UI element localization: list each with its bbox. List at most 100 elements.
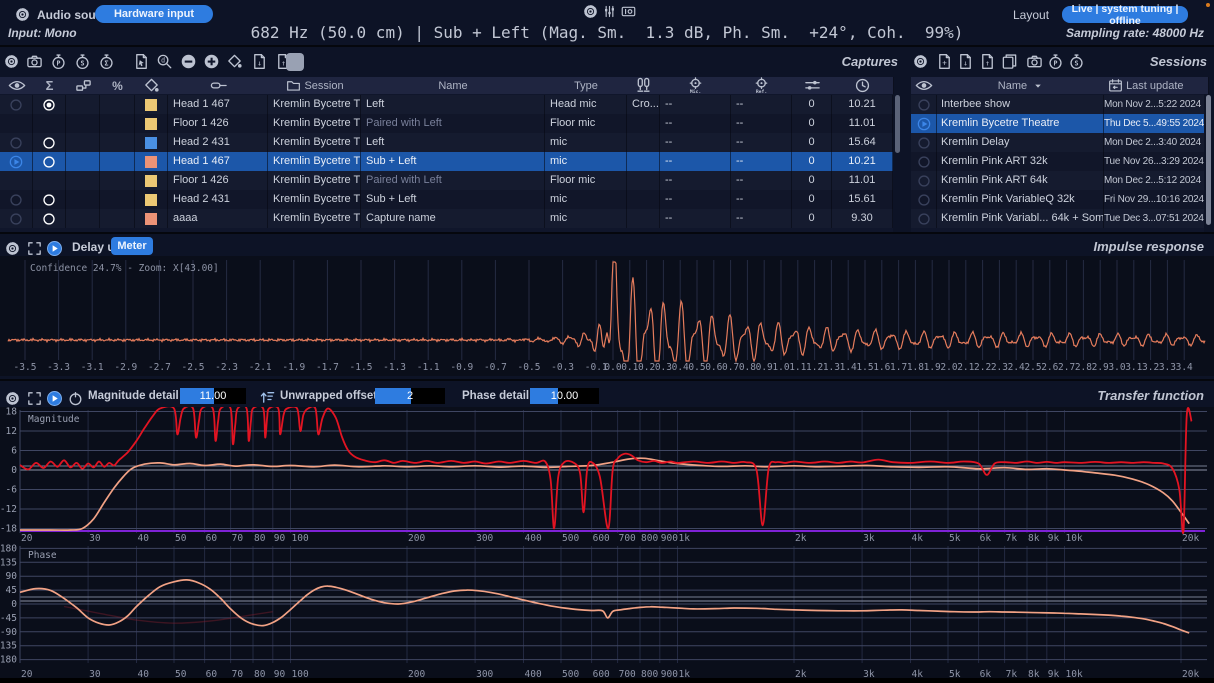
captures-header-sum[interactable]: Σ (33, 77, 67, 94)
capture-row[interactable]: Head 1 467Kremlin Bycetre TheatreLeftHea… (0, 95, 893, 114)
gear-toolbar-icon[interactable] (3, 389, 21, 407)
power-toolbar-icon[interactable] (66, 389, 84, 407)
capture-cell-eye[interactable] (0, 171, 33, 190)
captures-header-color[interactable] (135, 77, 169, 94)
io-icon[interactable] (619, 2, 637, 20)
session-cell-eye[interactable] (911, 171, 937, 190)
capture-cell-eye[interactable] (0, 114, 33, 133)
session-cell-eye[interactable] (911, 209, 937, 228)
session-row[interactable]: Interbee showMon Nov 2...5:22 2024 (911, 95, 1204, 114)
generator-gear-icon[interactable] (581, 2, 599, 20)
camera-toolbar-icon[interactable] (25, 52, 43, 70)
stopwatch-s-toolbar-icon[interactable]: S (1067, 52, 1085, 70)
doc-down-toolbar-icon[interactable]: ↓ (956, 52, 974, 70)
capture-row[interactable]: Floor 1 426Kremlin Bycetre TheatrePaired… (0, 171, 893, 190)
camera-toolbar-icon[interactable] (1025, 52, 1043, 70)
capture-cell-sum[interactable] (33, 190, 66, 209)
phase-detail-input[interactable]: 10.00 (530, 388, 599, 404)
unwrap-icon[interactable] (258, 387, 276, 405)
plus-circle-toolbar-icon[interactable] (202, 52, 220, 70)
capture-row[interactable]: Head 2 431Kremlin Bycetre TheatreSub + L… (0, 190, 893, 209)
gear-toolbar-icon[interactable] (2, 52, 20, 70)
captures-header-type[interactable]: Type (545, 77, 628, 94)
capture-cell-sum[interactable] (33, 95, 66, 114)
captures-header-gain[interactable] (792, 77, 833, 94)
stopwatch-p-toolbar-icon[interactable]: P (1046, 52, 1064, 70)
session-row[interactable]: Kremlin Bycetre TheatreThu Dec 5...49:55… (911, 114, 1204, 133)
captures-header-ref-position[interactable]: Ref. (731, 77, 793, 94)
capture-color-swatch[interactable] (145, 194, 157, 206)
capture-color-swatch[interactable] (145, 99, 157, 111)
session-row[interactable]: Kremlin Pink ART 32kTue Nov 26...3:29 20… (911, 152, 1204, 171)
captures-header-visibility[interactable] (0, 77, 34, 94)
gear-toolbar-icon[interactable] (911, 52, 929, 70)
sliders-icon[interactable] (600, 2, 618, 20)
unwrapped-offset-input[interactable]: 2 (375, 388, 445, 404)
gear-toolbar-icon[interactable] (3, 239, 21, 257)
capture-row[interactable]: Head 2 431Kremlin Bycetre TheatreLeftmic… (0, 133, 893, 152)
capture-cell-sum[interactable] (33, 209, 66, 228)
capture-cell-sum[interactable] (33, 171, 66, 190)
captures-header-pair[interactable] (627, 77, 661, 94)
session-row[interactable]: Kremlin Pink Variabl... 64k + Some comme… (911, 209, 1204, 228)
doc-cursor-toolbar-icon[interactable] (132, 52, 150, 70)
minus-circle-toolbar-icon[interactable] (179, 52, 197, 70)
capture-color-swatch[interactable] (145, 156, 157, 168)
sessions-scrollbar[interactable] (1206, 95, 1211, 225)
doc-plus-toolbar-icon[interactable]: + (935, 52, 953, 70)
sessions-header-last-update[interactable]: Last update (1104, 77, 1209, 94)
session-cell-eye[interactable] (911, 152, 937, 171)
capture-color-swatch[interactable] (145, 175, 157, 187)
capture-row[interactable]: aaaaKremlin Bycetre TheatreCapture namem… (0, 209, 893, 228)
capture-cell-eye[interactable] (0, 152, 33, 171)
session-cell-eye[interactable] (911, 114, 937, 133)
captures-header-name[interactable]: Name (361, 77, 546, 94)
paint-toolbar-icon[interactable] (225, 52, 243, 70)
sessions-header-visibility[interactable] (911, 77, 938, 94)
color-swatch[interactable] (286, 53, 304, 71)
capture-cell-eye[interactable] (0, 209, 33, 228)
doc-up-toolbar-icon[interactable]: ↑ (978, 52, 996, 70)
capture-row[interactable]: Head 1 467Kremlin Bycetre TheatreSub + L… (0, 152, 893, 171)
stopwatch-s-toolbar-icon[interactable]: S (73, 52, 91, 70)
capture-cell-sum[interactable] (33, 114, 66, 133)
session-cell-eye[interactable] (911, 133, 937, 152)
capture-cell-eye[interactable] (0, 133, 33, 152)
zoom-d-toolbar-icon[interactable]: d (155, 52, 173, 70)
hardware-input-button[interactable]: Hardware input (95, 5, 213, 23)
copy-toolbar-icon[interactable] (1000, 52, 1018, 70)
audio-source-gear-icon[interactable] (13, 5, 31, 23)
captures-header-link[interactable] (66, 77, 101, 94)
captures-header-session[interactable]: Session (268, 77, 362, 94)
doc-down-toolbar-icon[interactable]: ↓ (250, 52, 268, 70)
fullscreen-toolbar-icon[interactable] (25, 389, 43, 407)
session-row[interactable]: Kremlin DelayMon Dec 2...3:40 2024 (911, 133, 1204, 152)
captures-header-mic-position[interactable]: Mic. (660, 77, 732, 94)
fullscreen-toolbar-icon[interactable] (25, 239, 43, 257)
layout-label[interactable]: Layout (1013, 8, 1049, 22)
sessions-header-name[interactable]: Name (937, 77, 1105, 94)
live-toolbar-icon[interactable] (45, 239, 63, 257)
stopwatch-p-toolbar-icon[interactable]: P (49, 52, 67, 70)
capture-row[interactable]: Floor 1 426Kremlin Bycetre TheatrePaired… (0, 114, 893, 133)
session-cell-eye[interactable] (911, 95, 937, 114)
meter-button[interactable]: Meter (111, 237, 153, 255)
capture-cell-eye[interactable] (0, 190, 33, 209)
captures-header-relative[interactable]: % (100, 77, 136, 94)
capture-color-swatch[interactable] (145, 118, 157, 130)
session-cell-eye[interactable] (911, 190, 937, 209)
session-row[interactable]: Kremlin Pink ART 64kMon Dec 2...5:12 202… (911, 171, 1204, 190)
captures-header-time[interactable] (832, 77, 894, 94)
mode-switch-button[interactable]: Live | system tuning | offline (1062, 6, 1188, 23)
impulse-response-plot[interactable]: -3.5-3.3-3.1-2.9-2.7-2.5-2.3-2.1-1.9-1.7… (0, 256, 1214, 376)
live-toolbar-icon[interactable] (45, 389, 63, 407)
capture-cell-sum[interactable] (33, 133, 66, 152)
capture-cell-eye[interactable] (0, 95, 33, 114)
stopwatch-sigma-toolbar-icon[interactable]: Σ (97, 52, 115, 70)
captures-header-mic[interactable] (168, 77, 269, 94)
capture-color-swatch[interactable] (145, 213, 157, 225)
captures-scrollbar[interactable] (895, 95, 900, 153)
capture-cell-sum[interactable] (33, 152, 66, 171)
capture-color-swatch[interactable] (145, 137, 157, 149)
session-row[interactable]: Kremlin Pink VariableQ 32kFri Nov 29...1… (911, 190, 1204, 209)
